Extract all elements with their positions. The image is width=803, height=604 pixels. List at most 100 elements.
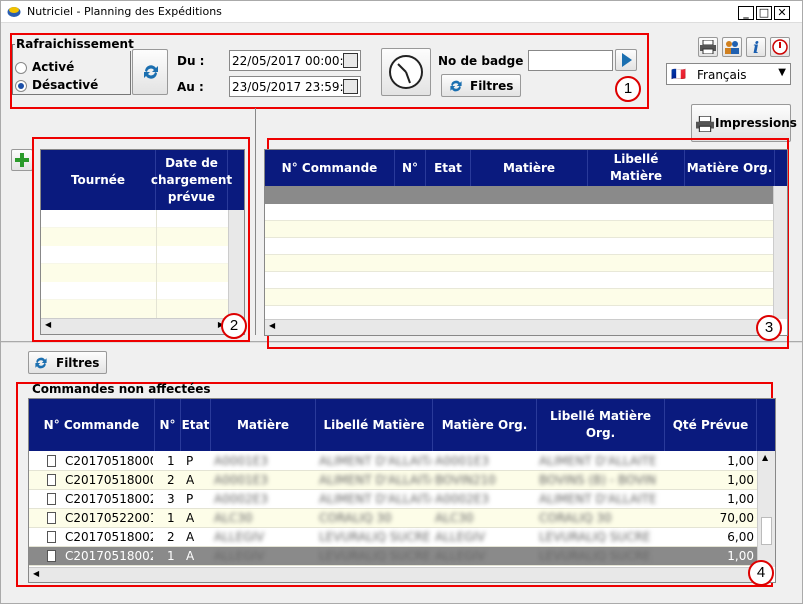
cell-matiere: A0001E3 xyxy=(214,454,268,468)
tournee-grid-header: Tournée Date de chargement prévue xyxy=(41,150,244,210)
refresh-icon xyxy=(35,357,47,369)
cell-n: 3 xyxy=(167,492,175,506)
clock-button[interactable] xyxy=(381,48,431,96)
column-header-matiere-org[interactable]: Matière Org. xyxy=(433,399,537,451)
scrollbar-thumb[interactable] xyxy=(761,517,772,545)
badge-label: No de badge : xyxy=(438,54,533,68)
tournee-grid: Tournée Date de chargement prévue ◀ ▶ xyxy=(40,149,245,335)
document-icon xyxy=(47,550,56,562)
cell-libelle: LEVURALIQ SUCRE xyxy=(319,530,431,544)
refresh-button[interactable] xyxy=(132,49,168,95)
cell-matiere: ALLEGIV xyxy=(214,549,265,563)
column-header-tournee[interactable]: Tournée xyxy=(41,150,156,210)
date-from-field[interactable]: 22/05/2017 00:00:00 xyxy=(229,50,361,71)
info-button[interactable]: i xyxy=(746,37,766,57)
users-button[interactable] xyxy=(722,37,742,57)
unassigned-grid-header: N° Commande N° Etat Matière Libellé Mati… xyxy=(29,399,775,451)
window-title: Nutriciel - Planning des Expéditions xyxy=(27,5,222,18)
column-header-libelle-matiere-org[interactable]: Libellé Matière Org. xyxy=(537,399,665,451)
column-header-commande[interactable]: N° Commande xyxy=(29,399,155,451)
table-row[interactable]: C20170518002 1 A ALLEGIV LEVURALIQ SUCRE ALLE… xyxy=(29,547,757,566)
callout-3: 3 xyxy=(756,315,782,341)
unassigned-filters-button[interactable]: Filtres xyxy=(28,351,107,374)
scroll-left-icon[interactable]: ◀ xyxy=(45,320,51,329)
clock-icon xyxy=(389,55,423,89)
column-header-matiere[interactable]: Matière xyxy=(211,399,316,451)
maximize-button[interactable]: □ xyxy=(756,6,772,20)
document-icon xyxy=(47,493,56,505)
filters-button[interactable]: Filtres xyxy=(441,74,521,97)
column-header-etat[interactable]: Etat xyxy=(181,399,211,451)
cell-matiere: A0002E3 xyxy=(214,492,268,506)
column-header-libelle-matiere[interactable]: Libellé Matière xyxy=(316,399,433,451)
badge-input[interactable] xyxy=(528,50,613,71)
cell-qte: 70,00 xyxy=(719,511,754,525)
vertical-scrollbar[interactable] xyxy=(773,186,787,319)
cell-qte: 1,00 xyxy=(727,549,754,563)
cell-qte: 1,00 xyxy=(727,454,754,468)
printer-icon xyxy=(700,40,716,54)
date-to-field[interactable]: 23/05/2017 23:59:59 xyxy=(229,76,361,97)
scroll-up-icon[interactable]: ▲ xyxy=(762,453,768,462)
cell-etat: P xyxy=(186,492,194,506)
calendar-icon[interactable] xyxy=(343,79,358,94)
print-button[interactable] xyxy=(698,37,718,57)
language-value: Français xyxy=(697,68,747,82)
cell-libelle: CORALIQ 30 xyxy=(319,511,392,525)
cell-org: ALLEGIV xyxy=(435,530,486,544)
column-header-commande[interactable]: N° Commande xyxy=(265,150,395,186)
close-button[interactable]: ✕ xyxy=(774,6,790,20)
vertical-scrollbar[interactable] xyxy=(228,210,244,318)
table-row[interactable]: C20170518002 2 A ALLEGIV LEVURALIQ SUCRE ALLE… xyxy=(29,528,757,547)
app-icon xyxy=(7,7,21,17)
date-from-value: 22/05/2017 00:00:00 xyxy=(232,54,359,68)
cell-matiere: ALLEGIV xyxy=(214,530,265,544)
orders-grid-header: N° Commande N° Etat Matière Libellé Mati… xyxy=(265,150,787,186)
add-button[interactable] xyxy=(11,149,33,171)
refresh-on-radio[interactable] xyxy=(15,62,27,74)
column-header-n[interactable]: N° xyxy=(155,399,181,451)
cell-qte: 6,00 xyxy=(727,530,754,544)
table-row[interactable]: C20170522001 1 A ALC30 CORALIQ 30 ALC30 CORALI… xyxy=(29,509,757,528)
document-icon xyxy=(47,474,56,486)
cell-libelle: LEVURALIQ SUCRE xyxy=(319,549,431,563)
date-to-value: 23/05/2017 23:59:59 xyxy=(232,80,359,94)
impressions-button[interactable]: Impressions xyxy=(691,104,797,142)
column-header-n[interactable]: N° xyxy=(395,150,426,186)
cell-n: 1 xyxy=(167,454,175,468)
date-to-label: Au : xyxy=(177,80,204,94)
column-header-date-chargement[interactable]: Date de chargement prévue xyxy=(151,150,232,210)
callout-2: 2 xyxy=(221,313,247,339)
cell-libelle-org: ALIMENT D'ALLAITE xyxy=(539,454,657,468)
horizontal-scrollbar[interactable]: ◀ xyxy=(265,319,773,335)
selected-row[interactable] xyxy=(265,186,773,204)
scroll-left-icon[interactable]: ◀ xyxy=(269,321,275,330)
column-header-qte-prevue[interactable]: Qté Prévue xyxy=(665,399,757,451)
cell-org: ALLEGIV xyxy=(435,549,486,563)
refresh-icon xyxy=(450,80,462,92)
minimize-button[interactable]: _ xyxy=(738,6,754,20)
vertical-scrollbar[interactable]: ▲ xyxy=(757,451,775,567)
cell-commande: C20170518000 xyxy=(65,473,153,487)
table-row[interactable]: C20170518002 3 P A0002E3 ALIMENT D'ALLAITA A0… xyxy=(29,490,757,509)
column-header-matiere-org[interactable]: Matière Org. xyxy=(685,150,775,186)
horizontal-scrollbar[interactable]: ◀ xyxy=(29,567,757,582)
impressions-label: Impressions xyxy=(715,116,797,130)
table-row[interactable]: C20170518000 2 A A0001E3 ALIMENT D'ALLAITA BO… xyxy=(29,471,757,490)
column-header-etat[interactable]: Etat xyxy=(426,150,471,186)
power-button[interactable] xyxy=(770,37,790,57)
table-row[interactable]: C20170518000 1 P A0001E3 ALIMENT D'ALLAITA A0… xyxy=(29,452,757,471)
badge-go-button[interactable] xyxy=(615,49,637,71)
column-header-matiere[interactable]: Matière xyxy=(471,150,588,186)
cell-libelle-org: BOVINS (B) - BOVIN xyxy=(539,473,656,487)
horizontal-scrollbar[interactable]: ◀ ▶ xyxy=(41,318,228,334)
play-icon xyxy=(622,53,632,67)
scroll-left-icon[interactable]: ◀ xyxy=(33,569,39,578)
column-header-libelle-matiere[interactable]: Libellé Matière xyxy=(588,150,685,186)
refresh-off-radio[interactable] xyxy=(15,80,27,92)
language-select[interactable]: 🇫🇷 Français ▼ xyxy=(666,63,791,85)
cell-libelle: ALIMENT D'ALLAITA xyxy=(319,454,431,468)
cell-n: 1 xyxy=(167,549,175,563)
cell-n: 2 xyxy=(167,530,175,544)
calendar-icon[interactable] xyxy=(343,53,358,68)
